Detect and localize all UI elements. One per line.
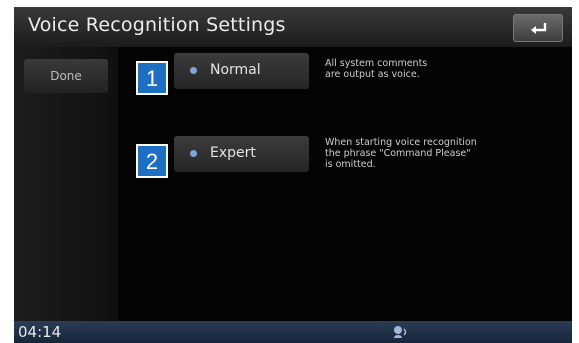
sidebar: Done xyxy=(14,47,118,321)
normal-option-description: All system comments are output as voice. xyxy=(325,58,427,80)
normal-option-button[interactable]: Normal xyxy=(174,53,309,89)
clock: 04:14 xyxy=(18,323,62,341)
normal-description-line: All system comments xyxy=(325,58,428,69)
expert-description-line: When starting voice recognition xyxy=(325,137,477,148)
done-button[interactable]: Done xyxy=(24,59,108,93)
status-bar: 04:14 xyxy=(14,321,572,343)
expert-description-line: is omitted. xyxy=(325,159,376,170)
normal-description-line: are output as voice. xyxy=(325,69,420,80)
title-bar: Voice Recognition Settings xyxy=(14,7,572,47)
head-unit-screen: Voice Recognition Settings Done Normal A… xyxy=(14,7,572,343)
expert-option-label: Expert xyxy=(210,145,256,161)
back-button[interactable] xyxy=(513,14,563,42)
expert-description-line: the phrase "Command Please" xyxy=(325,148,471,159)
page-title: Voice Recognition Settings xyxy=(28,14,286,36)
callout-badge-1: 1 xyxy=(136,61,168,95)
voice-status-icon xyxy=(394,326,407,338)
expert-option-button[interactable]: Expert xyxy=(174,136,309,172)
normal-option-label: Normal xyxy=(210,62,261,78)
back-arrow-icon xyxy=(531,23,547,34)
radio-indicator-icon xyxy=(190,67,197,74)
radio-indicator-icon xyxy=(190,150,197,157)
callout-badge-2: 2 xyxy=(136,144,168,178)
expert-option-description: When starting voice recognition the phra… xyxy=(325,137,477,170)
